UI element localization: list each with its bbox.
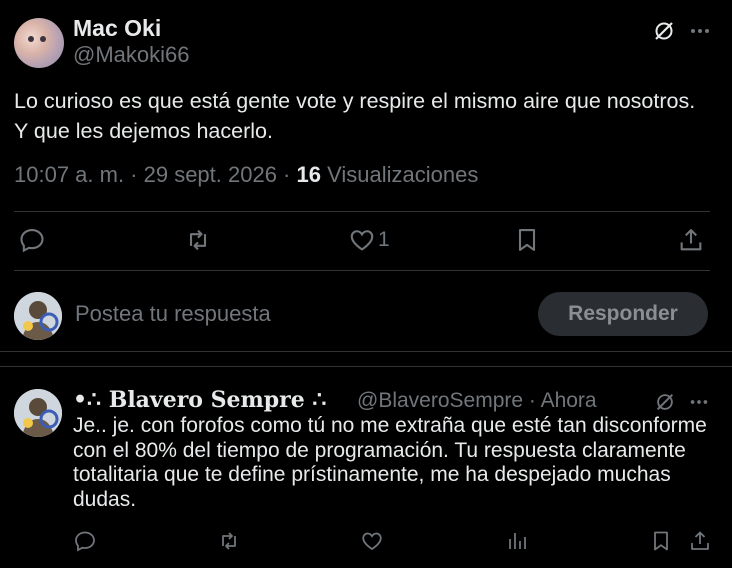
divider <box>14 270 710 271</box>
reply-icon[interactable] <box>18 226 46 254</box>
bookmark-icon[interactable] <box>649 529 673 553</box>
author-handle[interactable]: @Makoki66 <box>73 42 190 68</box>
author-name[interactable]: Mac Oki <box>73 15 161 42</box>
user-avatar[interactable] <box>14 292 62 340</box>
like-count: 1 <box>378 228 390 251</box>
tweet-meta: 10:07 a. m. · 29 sept. 2026 · 16 Visuali… <box>14 162 478 188</box>
tweet-text: Lo curioso es que está gente vote y resp… <box>14 89 696 143</box>
grok-icon[interactable] <box>652 19 676 43</box>
reply-text: Je.. je. con forofos como tú no me extra… <box>73 414 707 511</box>
reply-author-name[interactable]: •∴ Blavero Sempre ∴ <box>73 387 326 413</box>
grok-icon[interactable] <box>654 391 676 413</box>
tweet-timestamp[interactable]: 10:07 a. m. · 29 sept. 2026 · <box>14 162 297 187</box>
author-avatar[interactable] <box>14 18 64 68</box>
heart-icon[interactable] <box>360 529 384 553</box>
reply-author-meta: @BlaveroSempre · Ahora <box>357 389 597 413</box>
share-icon[interactable] <box>677 226 705 254</box>
bookmark-icon[interactable] <box>513 226 541 254</box>
views-label: Visualizaciones <box>320 162 479 187</box>
more-icon[interactable] <box>688 19 712 43</box>
reply-input[interactable]: Postea tu respuesta <box>75 301 271 327</box>
reply-icon[interactable] <box>73 529 97 553</box>
reply-author-handle[interactable]: @BlaveroSempre <box>357 389 523 412</box>
analytics-icon[interactable] <box>505 529 529 553</box>
section-divider <box>0 351 732 367</box>
reply-author-avatar[interactable] <box>14 389 62 437</box>
divider <box>14 211 710 212</box>
share-icon[interactable] <box>688 529 712 553</box>
retweet-icon[interactable] <box>217 529 241 553</box>
more-icon[interactable] <box>688 391 710 413</box>
retweet-icon[interactable] <box>184 226 212 254</box>
reply-button[interactable]: Responder <box>538 292 708 336</box>
views-count: 16 <box>296 162 321 187</box>
heart-icon[interactable] <box>348 226 376 254</box>
reply-timestamp[interactable]: · Ahora <box>523 389 597 412</box>
